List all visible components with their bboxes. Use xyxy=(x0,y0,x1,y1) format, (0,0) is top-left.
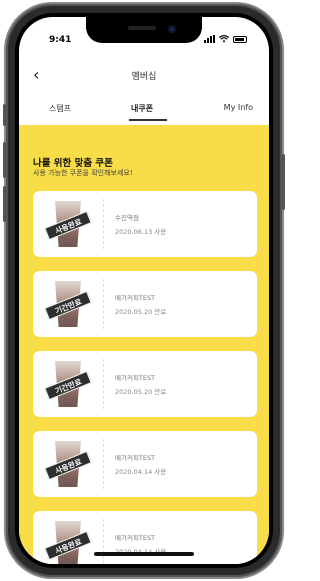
home-indicator[interactable] xyxy=(94,552,194,556)
power-button xyxy=(282,154,285,210)
card-divider xyxy=(103,359,104,409)
coupon-title: 메가커피TEST xyxy=(115,294,156,302)
coupon-date: 2020.04.14 사용 xyxy=(115,468,167,476)
coupon-date: 2020.06.13 사용 xyxy=(115,228,167,236)
section-subheading: 사용 가능한 쿠폰을 확인해보세요! xyxy=(33,169,133,177)
card-divider xyxy=(103,279,104,329)
page-title: 멤버십 xyxy=(131,72,157,82)
coupon-card[interactable]: 기간만료 메가커피TEST 2020.05.20 만료 xyxy=(33,271,257,337)
card-divider xyxy=(103,439,104,489)
card-divider xyxy=(103,519,104,564)
coffee-cup-image: 기간만료 xyxy=(43,277,93,331)
active-tab-indicator xyxy=(129,119,167,121)
card-divider xyxy=(103,199,104,249)
nav-bar: ‹ 멤버십 xyxy=(19,57,269,95)
tab-my-coupon[interactable]: 내쿠폰 xyxy=(131,103,153,114)
coupon-title: 메가커피TEST xyxy=(115,454,156,462)
tab-bar: 스탬프 내쿠폰 My Info xyxy=(19,95,269,125)
coupon-list-area[interactable]: 나를 위한 맞춤 쿠폰 사용 가능한 쿠폰을 확인해보세요! 사용완료 수진역점… xyxy=(19,125,269,564)
battery-icon xyxy=(233,35,247,43)
section-heading: 나를 위한 맞춤 쿠폰 xyxy=(33,158,113,169)
wifi-icon xyxy=(219,35,229,43)
coupon-title: 메가커피TEST xyxy=(115,534,156,542)
bezel: 9:41 ‹ 멤버십 스탬프 내쿠폰 My Info 나를 위한 맞춤 쿠폰 사… xyxy=(15,13,273,568)
coupon-date: 2020.05.20 만료 xyxy=(115,388,167,396)
coupon-date: 2020.05.20 만료 xyxy=(115,308,167,316)
coupon-card[interactable]: 사용완료 수진역점 2020.06.13 사용 xyxy=(33,191,257,257)
phone-frame: 9:41 ‹ 멤버십 스탬프 내쿠폰 My Info 나를 위한 맞춤 쿠폰 사… xyxy=(3,4,285,577)
mute-switch xyxy=(3,104,6,126)
volume-up-button xyxy=(3,142,6,178)
coupon-card[interactable]: 기간만료 메가커피TEST 2020.05.20 만료 xyxy=(33,351,257,417)
coffee-cup-image: 사용완료 xyxy=(43,437,93,491)
status-icons xyxy=(204,35,247,43)
coffee-cup-image: 사용완료 xyxy=(43,197,93,251)
status-time: 9:41 xyxy=(49,35,72,45)
coupon-title: 메가커피TEST xyxy=(115,374,156,382)
tab-my-info[interactable]: My Info xyxy=(224,103,253,112)
coupon-card[interactable]: 사용완료 메가커피TEST 2020.04.14 사용 xyxy=(33,431,257,497)
screen: 9:41 ‹ 멤버십 스탬프 내쿠폰 My Info 나를 위한 맞춤 쿠폰 사… xyxy=(19,17,269,564)
coffee-cup-image: 사용완료 xyxy=(43,517,93,564)
camera-icon xyxy=(168,25,176,33)
coupon-title: 수진역점 xyxy=(115,214,139,222)
notch xyxy=(86,17,202,43)
coffee-cup-image: 기간만료 xyxy=(43,357,93,411)
speaker-grille xyxy=(128,26,156,30)
coupon-card[interactable]: 사용완료 메가커피TEST 2020.04.14 사용 xyxy=(33,511,257,564)
signal-icon xyxy=(204,35,215,43)
volume-down-button xyxy=(3,186,6,222)
tab-stamp[interactable]: 스탬프 xyxy=(49,103,71,114)
